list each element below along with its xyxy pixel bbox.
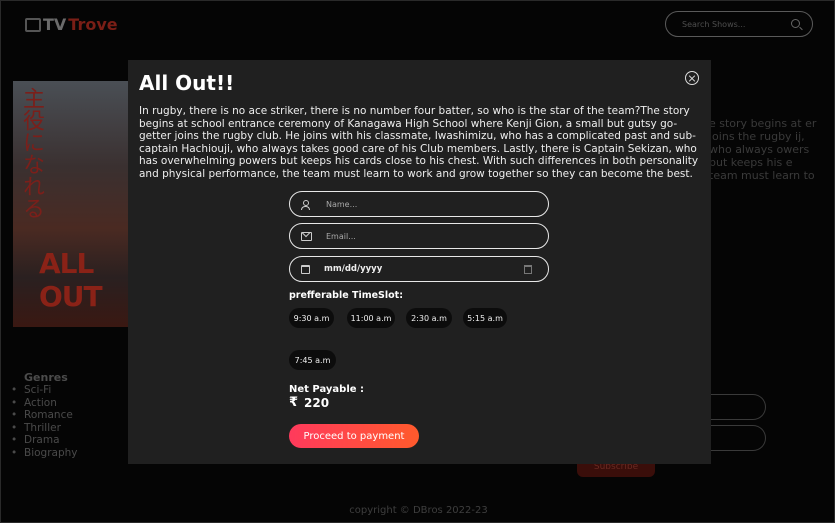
rupee-icon: ₹	[289, 395, 299, 410]
date-field[interactable]: mm/dd/yyyy	[289, 256, 549, 282]
timeslot-button[interactable]: 9:30 a.m	[289, 308, 334, 328]
genre-item[interactable]: Action	[11, 397, 78, 410]
person-icon	[301, 199, 310, 210]
date-picker-icon[interactable]	[524, 264, 532, 274]
net-payable-amount: ₹ 220	[289, 395, 329, 410]
close-icon[interactable]	[685, 71, 699, 85]
name-field[interactable]	[289, 191, 549, 217]
genre-item[interactable]: Drama	[11, 434, 78, 447]
poster-japanese-title: 主役になれる	[19, 87, 44, 219]
mail-icon	[301, 231, 312, 241]
timeslot-button[interactable]: 7:45 a.m	[289, 350, 336, 370]
tv-icon	[25, 17, 41, 32]
calendar-icon	[301, 264, 310, 274]
genres-list: Genres Sci-Fi Action Romance Thriller Dr…	[11, 371, 78, 460]
timeslot-label: prefferable TimeSlot:	[289, 290, 404, 301]
modal-title: All Out!!	[139, 71, 235, 95]
name-input[interactable]	[324, 198, 518, 210]
genre-item[interactable]: Sci-Fi	[11, 384, 78, 397]
poster-title: ALL OUT	[39, 247, 103, 313]
background-description: e story begins at er joins the rugby ij,…	[709, 117, 817, 182]
search-bar[interactable]	[665, 11, 813, 37]
logo-trove: Trove	[68, 15, 118, 34]
genre-item[interactable]: Romance	[11, 409, 78, 422]
search-input[interactable]	[680, 18, 784, 30]
proceed-to-payment-button[interactable]: Proceed to payment	[289, 424, 419, 448]
amount-value: 220	[304, 395, 330, 410]
genre-item[interactable]: Thriller	[11, 422, 78, 435]
logo-tv: TV	[43, 15, 67, 34]
date-input[interactable]: mm/dd/yyyy	[324, 264, 382, 274]
net-payable-label: Net Payable :	[289, 384, 365, 395]
logo[interactable]: TV Trove	[25, 15, 118, 34]
timeslot-button[interactable]: 2:30 a.m	[406, 308, 452, 328]
timeslot-button[interactable]: 5:15 a.m	[463, 308, 507, 328]
genres-title: Genres	[24, 371, 68, 384]
email-field[interactable]	[289, 223, 549, 249]
search-icon[interactable]	[791, 19, 800, 28]
show-description: In rugby, there is no ace striker, there…	[139, 105, 699, 180]
app-window: TVTrove 主役になれる ALL OUT e story begins at…	[0, 0, 835, 523]
booking-modal: All Out!! In rugby, there is no ace stri…	[128, 60, 711, 464]
copyright-text: copyright © DBros 2022-23	[349, 505, 488, 516]
email-input[interactable]	[324, 230, 518, 242]
show-poster: 主役になれる ALL OUT	[13, 81, 131, 327]
genre-item[interactable]: Biography	[11, 447, 77, 460]
timeslot-button[interactable]: 11:00 a.m	[347, 308, 395, 328]
